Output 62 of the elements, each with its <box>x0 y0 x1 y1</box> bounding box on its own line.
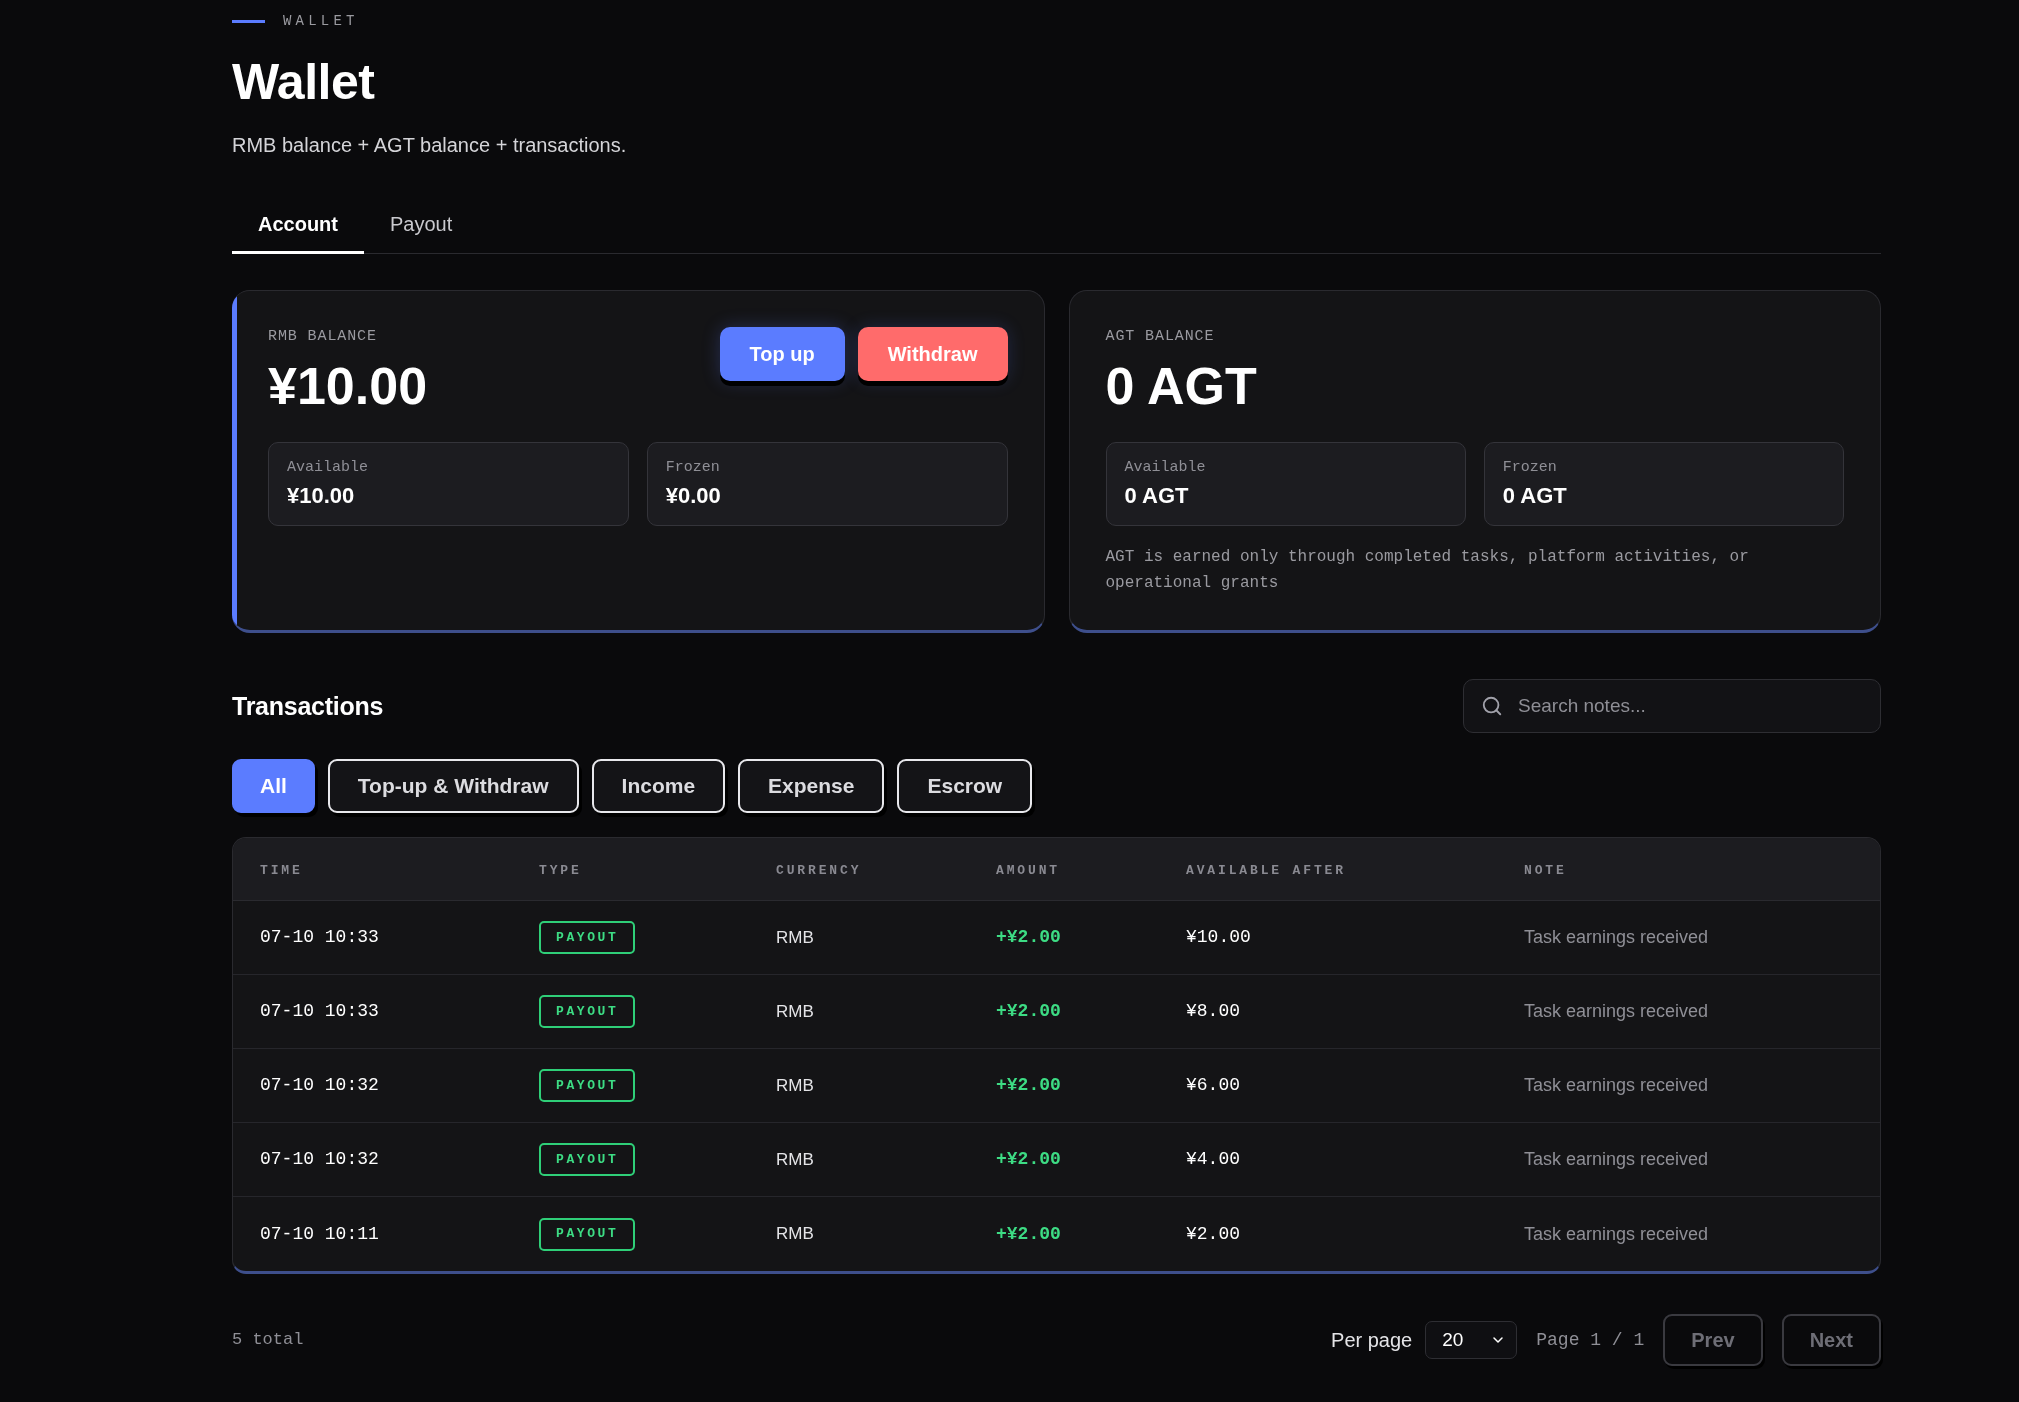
column-header: TIME <box>260 863 303 878</box>
transaction-time: 07-10 10:11 <box>260 1223 379 1244</box>
transaction-note: Task earnings received <box>1524 1149 1709 1169</box>
transaction-amount: +¥2.00 <box>996 1223 1061 1244</box>
stat-value: 0 AGT <box>1124 482 1189 510</box>
column-header: AMOUNT <box>996 863 1060 878</box>
available-after: ¥8.00 <box>1186 1001 1240 1021</box>
transaction-currency: RMB <box>776 1075 814 1095</box>
tab[interactable]: Account <box>232 196 364 254</box>
transaction-currency: RMB <box>776 1149 814 1169</box>
stat-value: ¥0.00 <box>665 482 721 510</box>
type-tag: PAYOUT <box>539 1143 636 1176</box>
available-after: ¥6.00 <box>1186 1075 1240 1095</box>
transaction-time: 07-10 10:32 <box>260 1075 379 1095</box>
available-after: ¥4.00 <box>1186 1149 1240 1169</box>
per-page-select[interactable]: 20 <box>1425 1321 1518 1359</box>
transaction-time: 07-10 10:33 <box>260 1001 379 1021</box>
type-tag: PAYOUT <box>539 921 636 954</box>
column-header: TYPE <box>539 863 582 878</box>
balance-label: RMB BALANCE <box>268 327 377 347</box>
transaction-note: Task earnings received <box>1524 1001 1709 1021</box>
type-tag: PAYOUT <box>539 995 636 1028</box>
stat-label: Frozen <box>665 458 720 478</box>
transaction-currency: RMB <box>776 927 814 947</box>
transaction-note: Task earnings received <box>1524 1075 1709 1095</box>
stat-label: Frozen <box>1502 458 1557 478</box>
available-after: ¥2.00 <box>1186 1223 1240 1244</box>
page-title: Wallet <box>232 57 375 107</box>
transaction-currency: RMB <box>776 1224 814 1244</box>
type-tag: PAYOUT <box>539 1069 636 1102</box>
transaction-time: 07-10 10:32 <box>260 1149 379 1169</box>
stat-value: 0 AGT <box>1502 482 1567 510</box>
transaction-amount: +¥2.00 <box>996 1075 1061 1095</box>
transaction-amount: +¥2.00 <box>996 1001 1061 1021</box>
balance-amount: ¥10.00 <box>268 360 428 412</box>
transaction-note: Task earnings received <box>1524 1223 1709 1244</box>
transaction-amount: +¥2.00 <box>996 1149 1061 1169</box>
transaction-currency: RMB <box>776 1001 814 1021</box>
section-eyebrow: WALLET <box>283 12 359 30</box>
balance-label: AGT BALANCE <box>1105 327 1215 347</box>
page-subtitle: RMB balance + AGT balance + transactions. <box>232 133 627 158</box>
page-indicator: Page 1 / 1 <box>1536 1328 1645 1352</box>
balance-note: AGT is earned only through completed tasks, platform activities, or operational grants <box>1105 547 1750 594</box>
column-header: NOTE <box>1524 863 1567 878</box>
transaction-note: Task earnings received <box>1524 927 1709 947</box>
total-count: 5 total <box>232 1329 304 1352</box>
search-icon <box>1481 695 1503 717</box>
dash-icon <box>232 19 265 23</box>
stat-label: Available <box>1124 458 1206 478</box>
per-page-label: Per page <box>1331 1328 1413 1353</box>
column-header: CURRENCY <box>776 863 862 878</box>
stat-label: Available <box>287 458 368 478</box>
stat-value: ¥10.00 <box>287 482 355 510</box>
available-after: ¥10.00 <box>1186 927 1251 947</box>
tab[interactable]: Payout <box>364 196 479 254</box>
transaction-amount: +¥2.00 <box>996 927 1061 947</box>
type-tag: PAYOUT <box>539 1217 636 1251</box>
transaction-time: 07-10 10:33 <box>260 927 379 947</box>
section-title: Transactions <box>232 691 384 722</box>
search-field[interactable]: Search notes... <box>1463 679 1881 733</box>
balance-amount: 0 AGT <box>1105 360 1257 412</box>
column-header: AVAILABLE AFTER <box>1186 863 1346 878</box>
